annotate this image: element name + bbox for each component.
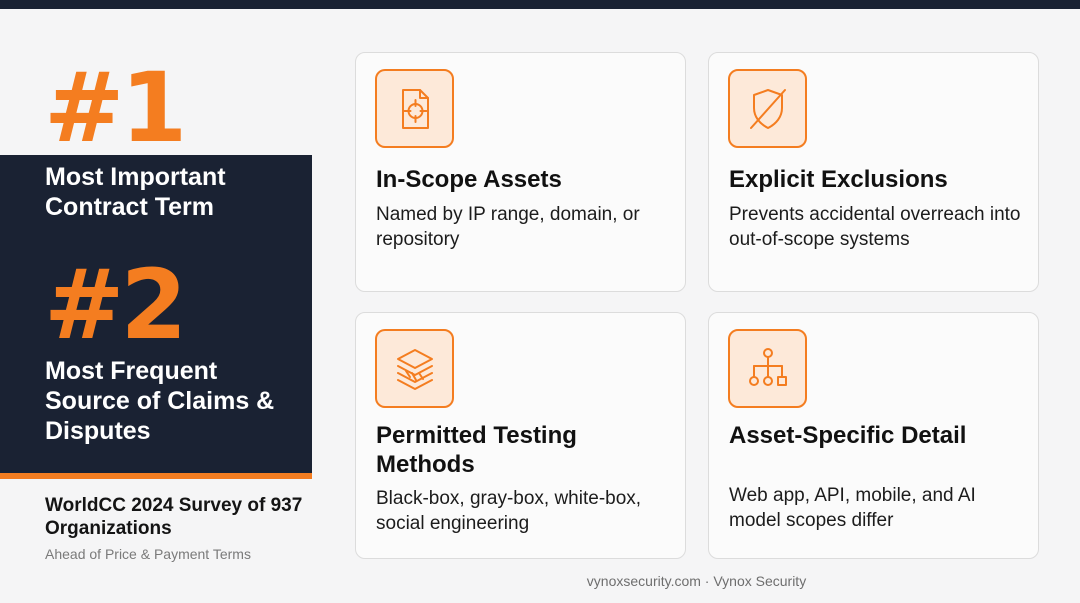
- rank-one: #1: [44, 52, 187, 164]
- document-target-icon: [375, 69, 454, 148]
- rank-two-label: Most Frequent Source of Claims & Dispute…: [45, 357, 275, 445]
- card-body: Named by IP range, domain, or repository: [376, 204, 640, 250]
- survey-source: WorldCC 2024 Survey of 937 Organizations: [45, 495, 303, 539]
- card-title: Asset-Specific Detail: [729, 422, 967, 449]
- card-in-scope-assets: In-Scope Assets Named by IP range, domai…: [355, 52, 686, 292]
- survey-subtext: Ahead of Price & Payment Terms: [45, 546, 251, 562]
- rank-one-label: Most Important Contract Term: [45, 163, 226, 221]
- card-explicit-exclusions: Explicit Exclusions Prevents accidental …: [708, 52, 1039, 292]
- rank-two: #2: [44, 249, 187, 361]
- card-title: Permitted Testing Methods: [376, 422, 577, 478]
- card-permitted-testing-methods: Permitted Testing Methods Black-box, gra…: [355, 312, 686, 559]
- card-title: Explicit Exclusions: [729, 166, 948, 193]
- orange-rule: [0, 473, 312, 479]
- card-body: Prevents accidental overreach into out-o…: [729, 204, 1021, 250]
- layers-icon: [375, 329, 454, 408]
- footer-credit: vynoxsecurity.com · Vynox Security: [586, 573, 807, 589]
- card-body: Black-box, gray-box, white-box, social e…: [376, 488, 642, 534]
- card-body: Web app, API, mobile, and AI model scope…: [729, 485, 976, 531]
- shield-off-icon: [728, 69, 807, 148]
- hierarchy-icon: [728, 329, 807, 408]
- card-title: In-Scope Assets: [376, 166, 562, 193]
- top-bar: [0, 0, 1080, 9]
- card-asset-specific-detail: Asset-Specific Detail Web app, API, mobi…: [708, 312, 1039, 559]
